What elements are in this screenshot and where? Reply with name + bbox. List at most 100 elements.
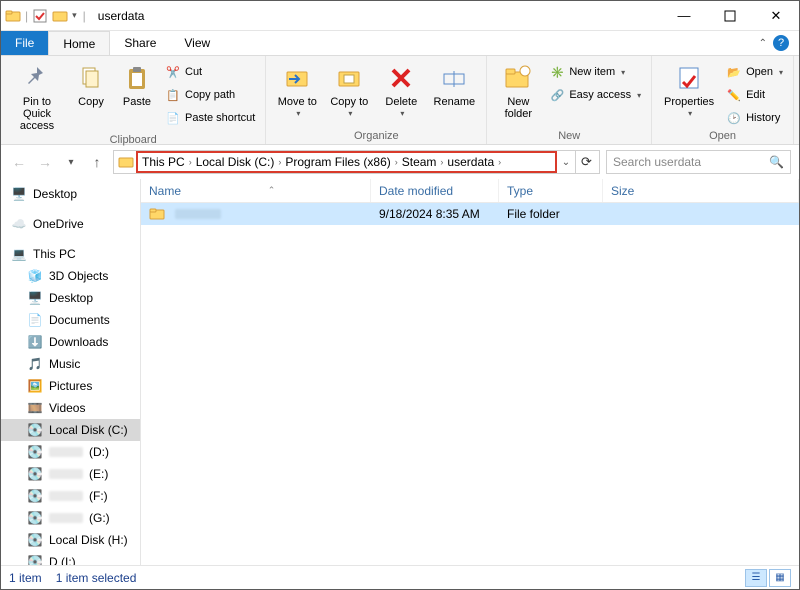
tree-this-pc[interactable]: 💻This PC <box>1 243 140 265</box>
search-icon: 🔍 <box>769 155 784 169</box>
tree-drive-e[interactable]: 💽(E:) <box>1 463 140 485</box>
properties-button[interactable]: Properties <box>660 60 718 119</box>
navigation-pane[interactable]: 🖥️Desktop ☁️OneDrive 💻This PC 🧊3D Object… <box>1 179 141 565</box>
file-list: Name⌃ Date modified Type Size 9/18/2024 … <box>141 179 799 565</box>
delete-button[interactable]: Delete <box>378 60 424 119</box>
easy-access-button[interactable]: 🔗Easy access <box>547 85 643 105</box>
breadcrumb-item[interactable]: This PC› <box>142 155 196 169</box>
chevron-right-icon[interactable]: › <box>395 157 398 167</box>
open-button[interactable]: 📂Open <box>724 62 785 82</box>
new-folder-button[interactable]: New folder <box>495 60 541 120</box>
copy-path-button[interactable]: 📋Copy path <box>163 85 257 105</box>
tree-local-disk-c[interactable]: 💽Local Disk (C:) <box>1 419 140 441</box>
drive-icon: 💽 <box>27 466 43 482</box>
new-item-button[interactable]: ✳️New item <box>547 62 643 82</box>
copy-button[interactable]: Copy <box>71 60 111 108</box>
pictures-icon: 🖼️ <box>27 378 43 394</box>
file-rows[interactable]: 9/18/2024 8:35 AM File folder <box>141 203 799 565</box>
tree-videos[interactable]: 🎞️Videos <box>1 397 140 419</box>
tree-drive-d[interactable]: 💽(D:) <box>1 441 140 463</box>
maximize-button[interactable] <box>707 1 753 31</box>
up-button[interactable]: ↑ <box>87 152 107 172</box>
ribbon-group-open: Properties 📂Open ✏️Edit 🕑History Open <box>652 56 794 144</box>
minimize-button[interactable]: — <box>661 1 707 31</box>
title-bar: | ▾ | userdata — ✕ <box>1 1 799 31</box>
window-controls: — ✕ <box>661 1 799 31</box>
tree-local-disk-h[interactable]: 💽Local Disk (H:) <box>1 529 140 551</box>
tree-drive-f[interactable]: 💽(F:) <box>1 485 140 507</box>
tree-desktop[interactable]: 🖥️Desktop <box>1 183 140 205</box>
tree-desktop-sub[interactable]: 🖥️Desktop <box>1 287 140 309</box>
videos-icon: 🎞️ <box>27 400 43 416</box>
large-icons-view-button[interactable]: ▦ <box>769 569 791 587</box>
ribbon-tabs: File Home Share View ⌃ ? <box>1 31 799 55</box>
cut-button[interactable]: ✂️Cut <box>163 62 257 82</box>
recent-locations-button[interactable]: ▾ <box>61 152 81 172</box>
drive-icon: 💽 <box>27 510 43 526</box>
quick-access-toolbar: | ▾ | <box>5 8 88 24</box>
tree-3d-objects[interactable]: 🧊3D Objects <box>1 265 140 287</box>
column-name[interactable]: Name⌃ <box>141 179 371 202</box>
forward-button[interactable]: → <box>35 152 55 172</box>
column-date[interactable]: Date modified <box>371 179 499 202</box>
chevron-right-icon[interactable]: › <box>189 157 192 167</box>
tree-pictures[interactable]: 🖼️Pictures <box>1 375 140 397</box>
qat-overflow-icon[interactable]: ▾ <box>72 10 77 21</box>
ribbon-group-select: ▦Select all ▢Select none ◩Invert selecti… <box>794 56 800 144</box>
history-button[interactable]: 🕑History <box>724 108 785 128</box>
pin-to-quick-access-button[interactable]: Pin to Quick access <box>9 60 65 132</box>
copy-to-button[interactable]: Copy to <box>326 60 372 119</box>
checkbox-icon[interactable] <box>32 8 48 24</box>
tree-music[interactable]: 🎵Music <box>1 353 140 375</box>
search-placeholder: Search userdata <box>613 155 701 169</box>
drive-icon: 💽 <box>27 444 43 460</box>
tab-home[interactable]: Home <box>48 31 110 55</box>
move-to-button[interactable]: Move to <box>274 60 320 119</box>
downloads-icon: ⬇️ <box>27 334 43 350</box>
address-dropdown-icon[interactable]: ⌄ <box>557 157 575 168</box>
chevron-right-icon[interactable]: › <box>498 157 501 167</box>
breadcrumb-item[interactable]: userdata› <box>447 155 505 169</box>
tab-file[interactable]: File <box>1 31 48 55</box>
details-view-button[interactable]: ☰ <box>745 569 767 587</box>
ribbon: Pin to Quick access Copy Paste ✂️Cut 📋Co… <box>1 55 799 145</box>
column-type[interactable]: Type <box>499 179 603 202</box>
breadcrumb-item[interactable]: Steam› <box>402 155 448 169</box>
column-size[interactable]: Size <box>603 179 799 202</box>
music-icon: 🎵 <box>27 356 43 372</box>
qat-dropdown-icon[interactable] <box>52 8 68 24</box>
paste-shortcut-button[interactable]: 📄Paste shortcut <box>163 108 257 128</box>
drive-icon: 💽 <box>27 532 43 548</box>
table-row[interactable]: 9/18/2024 8:35 AM File folder <box>141 203 799 225</box>
close-button[interactable]: ✕ <box>753 1 799 31</box>
tree-documents[interactable]: 📄Documents <box>1 309 140 331</box>
desktop-icon: 🖥️ <box>11 186 27 202</box>
address-bar[interactable]: This PC› Local Disk (C:)› Program Files … <box>113 150 600 174</box>
search-box[interactable]: Search userdata 🔍 <box>606 150 791 174</box>
tab-share[interactable]: Share <box>110 31 170 55</box>
tree-onedrive[interactable]: ☁️OneDrive <box>1 213 140 235</box>
tree-drive-i[interactable]: 💽D (I:) <box>1 551 140 565</box>
column-headers: Name⌃ Date modified Type Size <box>141 179 799 203</box>
main-area: 🖥️Desktop ☁️OneDrive 💻This PC 🧊3D Object… <box>1 179 799 565</box>
tree-drive-g[interactable]: 💽(G:) <box>1 507 140 529</box>
ribbon-group-clipboard: Pin to Quick access Copy Paste ✂️Cut 📋Co… <box>1 56 266 144</box>
rename-button[interactable]: Rename <box>430 60 478 108</box>
collapse-ribbon-icon[interactable]: ⌃ <box>759 38 767 49</box>
drive-icon: 💽 <box>27 488 43 504</box>
chevron-right-icon[interactable]: › <box>278 157 281 167</box>
new-group-title: New <box>495 128 643 142</box>
breadcrumb-item[interactable]: Local Disk (C:)› <box>196 155 286 169</box>
edit-button[interactable]: ✏️Edit <box>724 85 785 105</box>
back-button[interactable]: ← <box>9 152 29 172</box>
help-icon[interactable]: ? <box>773 35 789 51</box>
window-title: userdata <box>98 9 145 23</box>
open-group-title: Open <box>660 128 785 142</box>
chevron-right-icon[interactable]: › <box>440 157 443 167</box>
status-item-count: 1 item <box>9 571 42 585</box>
tree-downloads[interactable]: ⬇️Downloads <box>1 331 140 353</box>
breadcrumb-item[interactable]: Program Files (x86)› <box>285 155 401 169</box>
refresh-button[interactable]: ⟳ <box>575 151 597 173</box>
tab-view[interactable]: View <box>170 31 224 55</box>
paste-button[interactable]: Paste <box>117 60 157 108</box>
